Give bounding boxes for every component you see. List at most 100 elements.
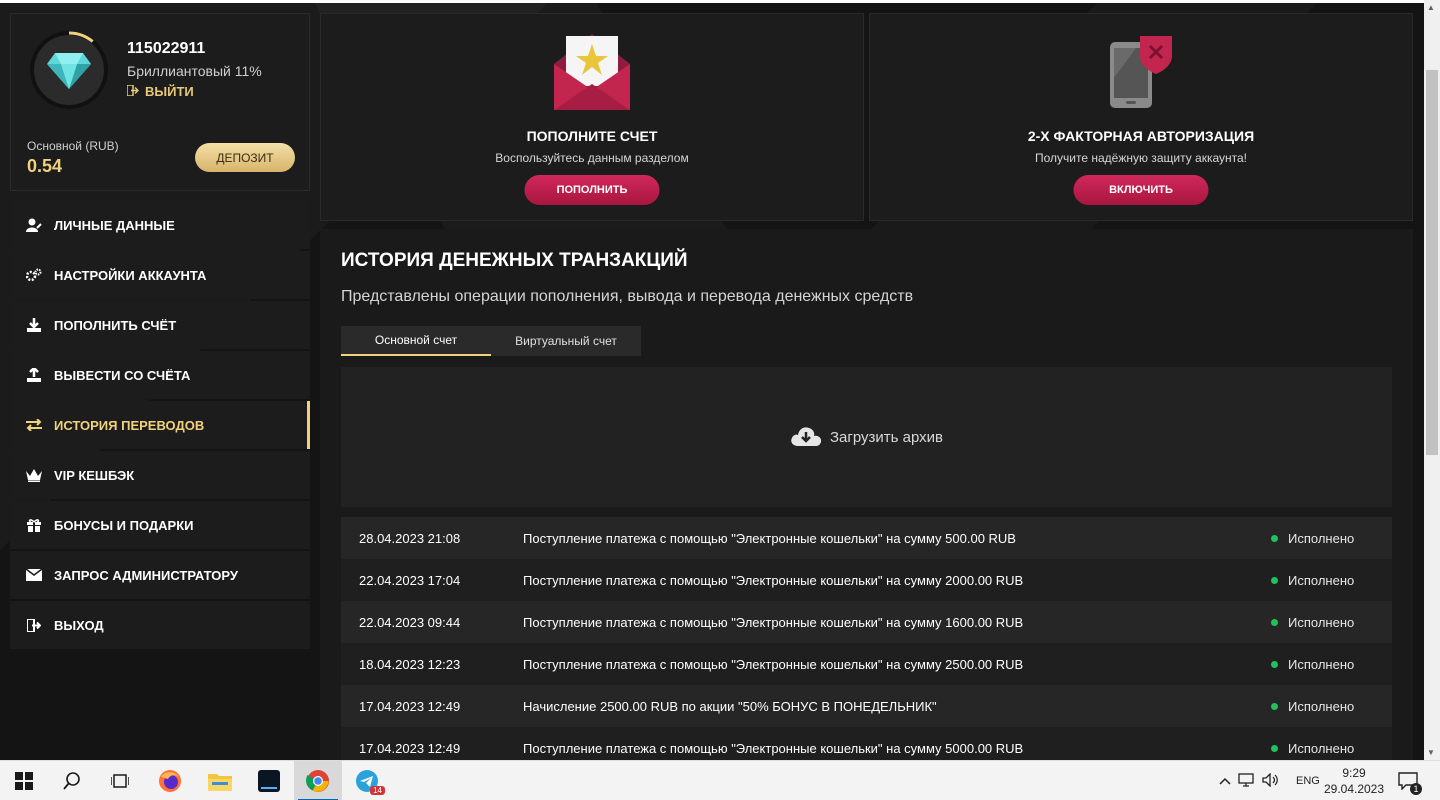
sidebar-item-personal-data[interactable]: ЛИЧНЫЕ ДАННЫЕ (10, 201, 310, 249)
envelope-star-icon (554, 34, 630, 115)
status-dot (1271, 660, 1278, 668)
sidebar-item-deposit[interactable]: ПОПОЛНИТЬ СЧЁТ (10, 301, 310, 349)
sidebar-item-vip-cashback[interactable]: VIP КЕШБЭК (10, 451, 310, 499)
row-status: Исполнено (1271, 657, 1392, 672)
sidebar-item-bonuses[interactable]: БОНУСЫ И ПОДАРКИ (10, 501, 310, 549)
status-dot (1271, 618, 1278, 626)
firefox-taskbar-button[interactable] (146, 761, 194, 800)
sidebar-item-label: ВЫВЕСТИ СО СЧЁТА (54, 367, 191, 383)
chevron-up-icon[interactable] (1216, 774, 1234, 788)
status-label: Исполнено (1288, 698, 1355, 714)
sidebar-item-label: НАСТРОЙКИ АККАУНТА (54, 267, 207, 283)
deposit-promo-card: ПОПОЛНИТЕ СЧЕТ Воспользуйтесь данным раз… (320, 13, 864, 221)
enable-2fa-button[interactable]: ВКЛЮЧИТЬ (1073, 175, 1209, 205)
clock-date: 29.04.2023 (1323, 782, 1385, 796)
system-tray: ENG (1216, 761, 1320, 800)
transfer-arrows-icon (26, 417, 42, 433)
row-description: Начисление 2500.00 RUB по акции "50% БОН… (523, 698, 937, 714)
row-date: 22.04.2023 09:44 (359, 614, 461, 630)
start-button[interactable] (0, 761, 48, 800)
phone-shield-icon (1106, 34, 1176, 115)
page-subtitle: Представлены операции пополнения, вывода… (341, 288, 914, 305)
tab-virtual-account[interactable]: Виртуальный счет (491, 326, 641, 356)
folder-icon (208, 774, 232, 791)
language-indicator[interactable]: ENG (1296, 775, 1320, 787)
crown-icon (26, 467, 42, 483)
chrome-taskbar-button[interactable] (294, 761, 342, 800)
transaction-history-panel: ИСТОРИЯ ДЕНЕЖНЫХ ТРАНЗАКЦИЙ Представлены… (320, 229, 1413, 769)
sidebar-item-label: ВЫХОД (54, 617, 104, 633)
envelope-icon (26, 567, 42, 583)
firefox-icon (159, 770, 181, 792)
telegram-taskbar-button[interactable]: 14 (343, 761, 391, 800)
sidebar-item-withdraw[interactable]: ВЫВЕСТИ СО СЧЁТА (10, 351, 310, 399)
status-label: Исполнено (1288, 656, 1355, 672)
download-archive-label: Загрузить архив (829, 428, 944, 446)
row-description: Поступление платежа с помощью "Электронн… (523, 656, 1024, 672)
balance-label: Основной (RUB) (27, 139, 119, 153)
logout-label: ВЫЙТИ (145, 84, 194, 99)
card-subtitle: Воспользуйтесь данным разделом (495, 151, 689, 165)
sidebar-item-admin-request[interactable]: ЗАПРОС АДМИНИСТРАТОРУ (10, 551, 310, 599)
status-label: Исполнено (1288, 614, 1355, 630)
two-factor-card: 2-Х ФАКТОРНАЯ АВТОРИЗАЦИЯ Получите надёж… (869, 13, 1413, 221)
deposit-button[interactable]: ДЕПОЗИТ (195, 143, 295, 172)
search-icon (63, 772, 80, 790)
account-tabs: Основной счет Виртуальный счет (341, 326, 641, 356)
telegram-unread-badge: 14 (370, 786, 385, 795)
row-date: 17.04.2023 12:49 (359, 698, 461, 714)
task-view-button[interactable] (96, 761, 144, 800)
download-archive-button[interactable]: Загрузить архив (341, 367, 1392, 507)
page-title: ИСТОРИЯ ДЕНЕЖНЫХ ТРАНЗАКЦИЙ (341, 250, 688, 271)
gears-icon (26, 267, 42, 283)
user-level: Бриллиантовый 11% (127, 63, 262, 79)
windows-logo-icon (15, 772, 33, 790)
search-button[interactable] (48, 761, 96, 800)
row-status: Исполнено (1271, 531, 1392, 546)
tab-main-account[interactable]: Основной счет (341, 326, 491, 356)
status-label: Исполнено (1288, 572, 1355, 588)
sign-out-icon (26, 617, 42, 633)
gift-icon (26, 517, 42, 533)
row-status: Исполнено (1271, 699, 1392, 714)
logout-link[interactable]: ВЫЙТИ (126, 84, 194, 99)
browser-edge (0, 0, 1424, 3)
sidebar-item-transfer-history[interactable]: ИСТОРИЯ ПЕРЕВОДОВ (10, 401, 310, 449)
status-dot (1271, 534, 1278, 542)
level-progress-ring (30, 31, 108, 109)
page-scrollbar[interactable]: ▲ ▼ (1424, 0, 1440, 760)
clock-time: 9:29 (1342, 766, 1366, 780)
sidebar-item-label: ИСТОРИЯ ПЕРЕВОДОВ (54, 417, 205, 433)
card-subtitle: Получите надёжную защиту аккаунта! (1034, 151, 1247, 165)
profile-card: 115022911 Бриллиантовый 11% ВЫЙТИ Основн… (10, 13, 310, 191)
row-date: 18.04.2023 12:23 (359, 656, 461, 672)
sidebar-item-label: ПОПОЛНИТЬ СЧЁТ (54, 317, 177, 333)
notification-center-button[interactable]: 1 (1386, 761, 1430, 800)
table-row: 18.04.2023 12:23 Поступление платежа с п… (341, 643, 1392, 685)
balance-value: 0.54 (27, 156, 63, 176)
status-dot (1271, 702, 1278, 710)
topup-button[interactable]: ПОПОЛНИТЬ (524, 175, 660, 205)
sign-out-icon (126, 84, 140, 99)
scroll-up-arrow-icon[interactable]: ▲ (1427, 3, 1435, 12)
sidebar-item-label: БОНУСЫ И ПОДАРКИ (54, 517, 194, 533)
status-dot (1271, 744, 1278, 752)
sidebar-item-exit[interactable]: ВЫХОД (10, 601, 310, 649)
status-label: Исполнено (1288, 530, 1355, 546)
row-date: 17.04.2023 12:49 (359, 740, 461, 756)
scroll-down-arrow-icon[interactable]: ▼ (1427, 748, 1435, 757)
row-status: Исполнено (1271, 573, 1392, 588)
volume-icon[interactable] (1258, 771, 1282, 790)
avatar (30, 31, 108, 109)
scroll-thumb[interactable] (1426, 70, 1438, 455)
file-explorer-taskbar-button[interactable] (196, 761, 244, 800)
terminal-taskbar-button[interactable] (245, 761, 293, 800)
network-icon[interactable] (1234, 772, 1258, 790)
sidebar-item-account-settings[interactable]: НАСТРОЙКИ АККАУНТА (10, 251, 310, 299)
status-label: Исполнено (1288, 740, 1355, 756)
system-clock[interactable]: 9:29 29.04.2023 (1322, 765, 1386, 797)
download-icon (26, 317, 42, 333)
row-status: Исполнено (1271, 741, 1392, 756)
terminal-app-icon (258, 770, 280, 792)
table-row: 28.04.2023 21:08 Поступление платежа с п… (341, 517, 1392, 559)
